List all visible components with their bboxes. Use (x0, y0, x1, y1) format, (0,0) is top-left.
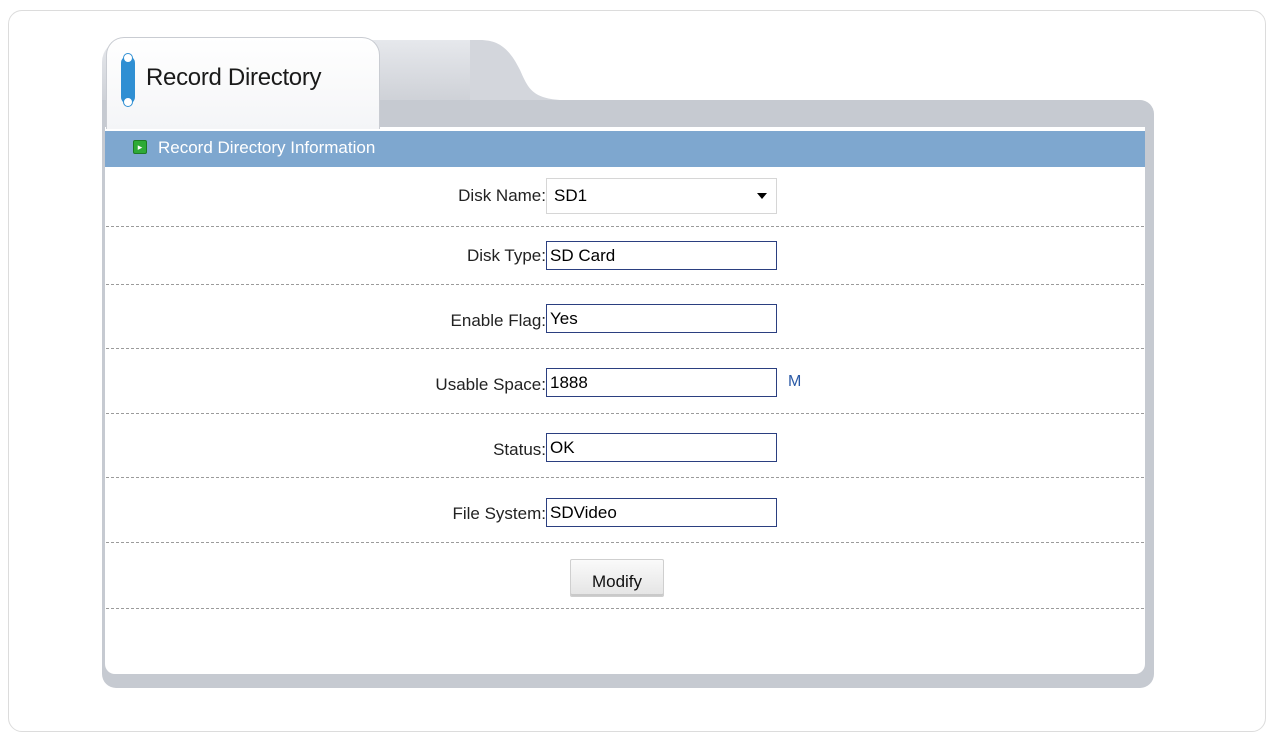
disk-name-value: SD1 (554, 186, 588, 205)
tab-marker-icon (121, 53, 135, 107)
usable-space-field[interactable]: 1888 (546, 368, 777, 397)
file-system-label: File System: (452, 504, 546, 523)
tab-strip-slope (470, 40, 560, 104)
usable-space-unit: M (788, 373, 802, 390)
usable-space-label: Usable Space: (435, 375, 546, 394)
row-divider (106, 284, 1144, 285)
row-divider (106, 477, 1144, 478)
disk-type-field[interactable]: SD Card (546, 241, 777, 270)
file-system-field[interactable]: SDVideo (546, 498, 777, 527)
disk-name-label: Disk Name: (458, 186, 546, 205)
enable-flag-field[interactable]: Yes (546, 304, 777, 333)
row-divider (106, 542, 1144, 543)
row-divider (106, 226, 1144, 227)
row-divider (106, 413, 1144, 414)
row-divider (106, 608, 1144, 609)
status-label: Status: (493, 440, 546, 459)
chevron-down-icon[interactable] (757, 193, 767, 199)
enable-flag-label: Enable Flag: (450, 311, 546, 330)
tab-title[interactable]: Record Directory (146, 64, 322, 92)
status-field[interactable]: OK (546, 433, 777, 462)
arrow-right-icon: ▸ (133, 140, 147, 154)
disk-type-label: Disk Type: (466, 246, 546, 265)
disk-name-select[interactable]: SD1 (546, 178, 777, 214)
row-divider (106, 348, 1144, 349)
section-title: Record Directory Information (158, 138, 376, 157)
modify-button[interactable]: Modify (570, 559, 664, 597)
